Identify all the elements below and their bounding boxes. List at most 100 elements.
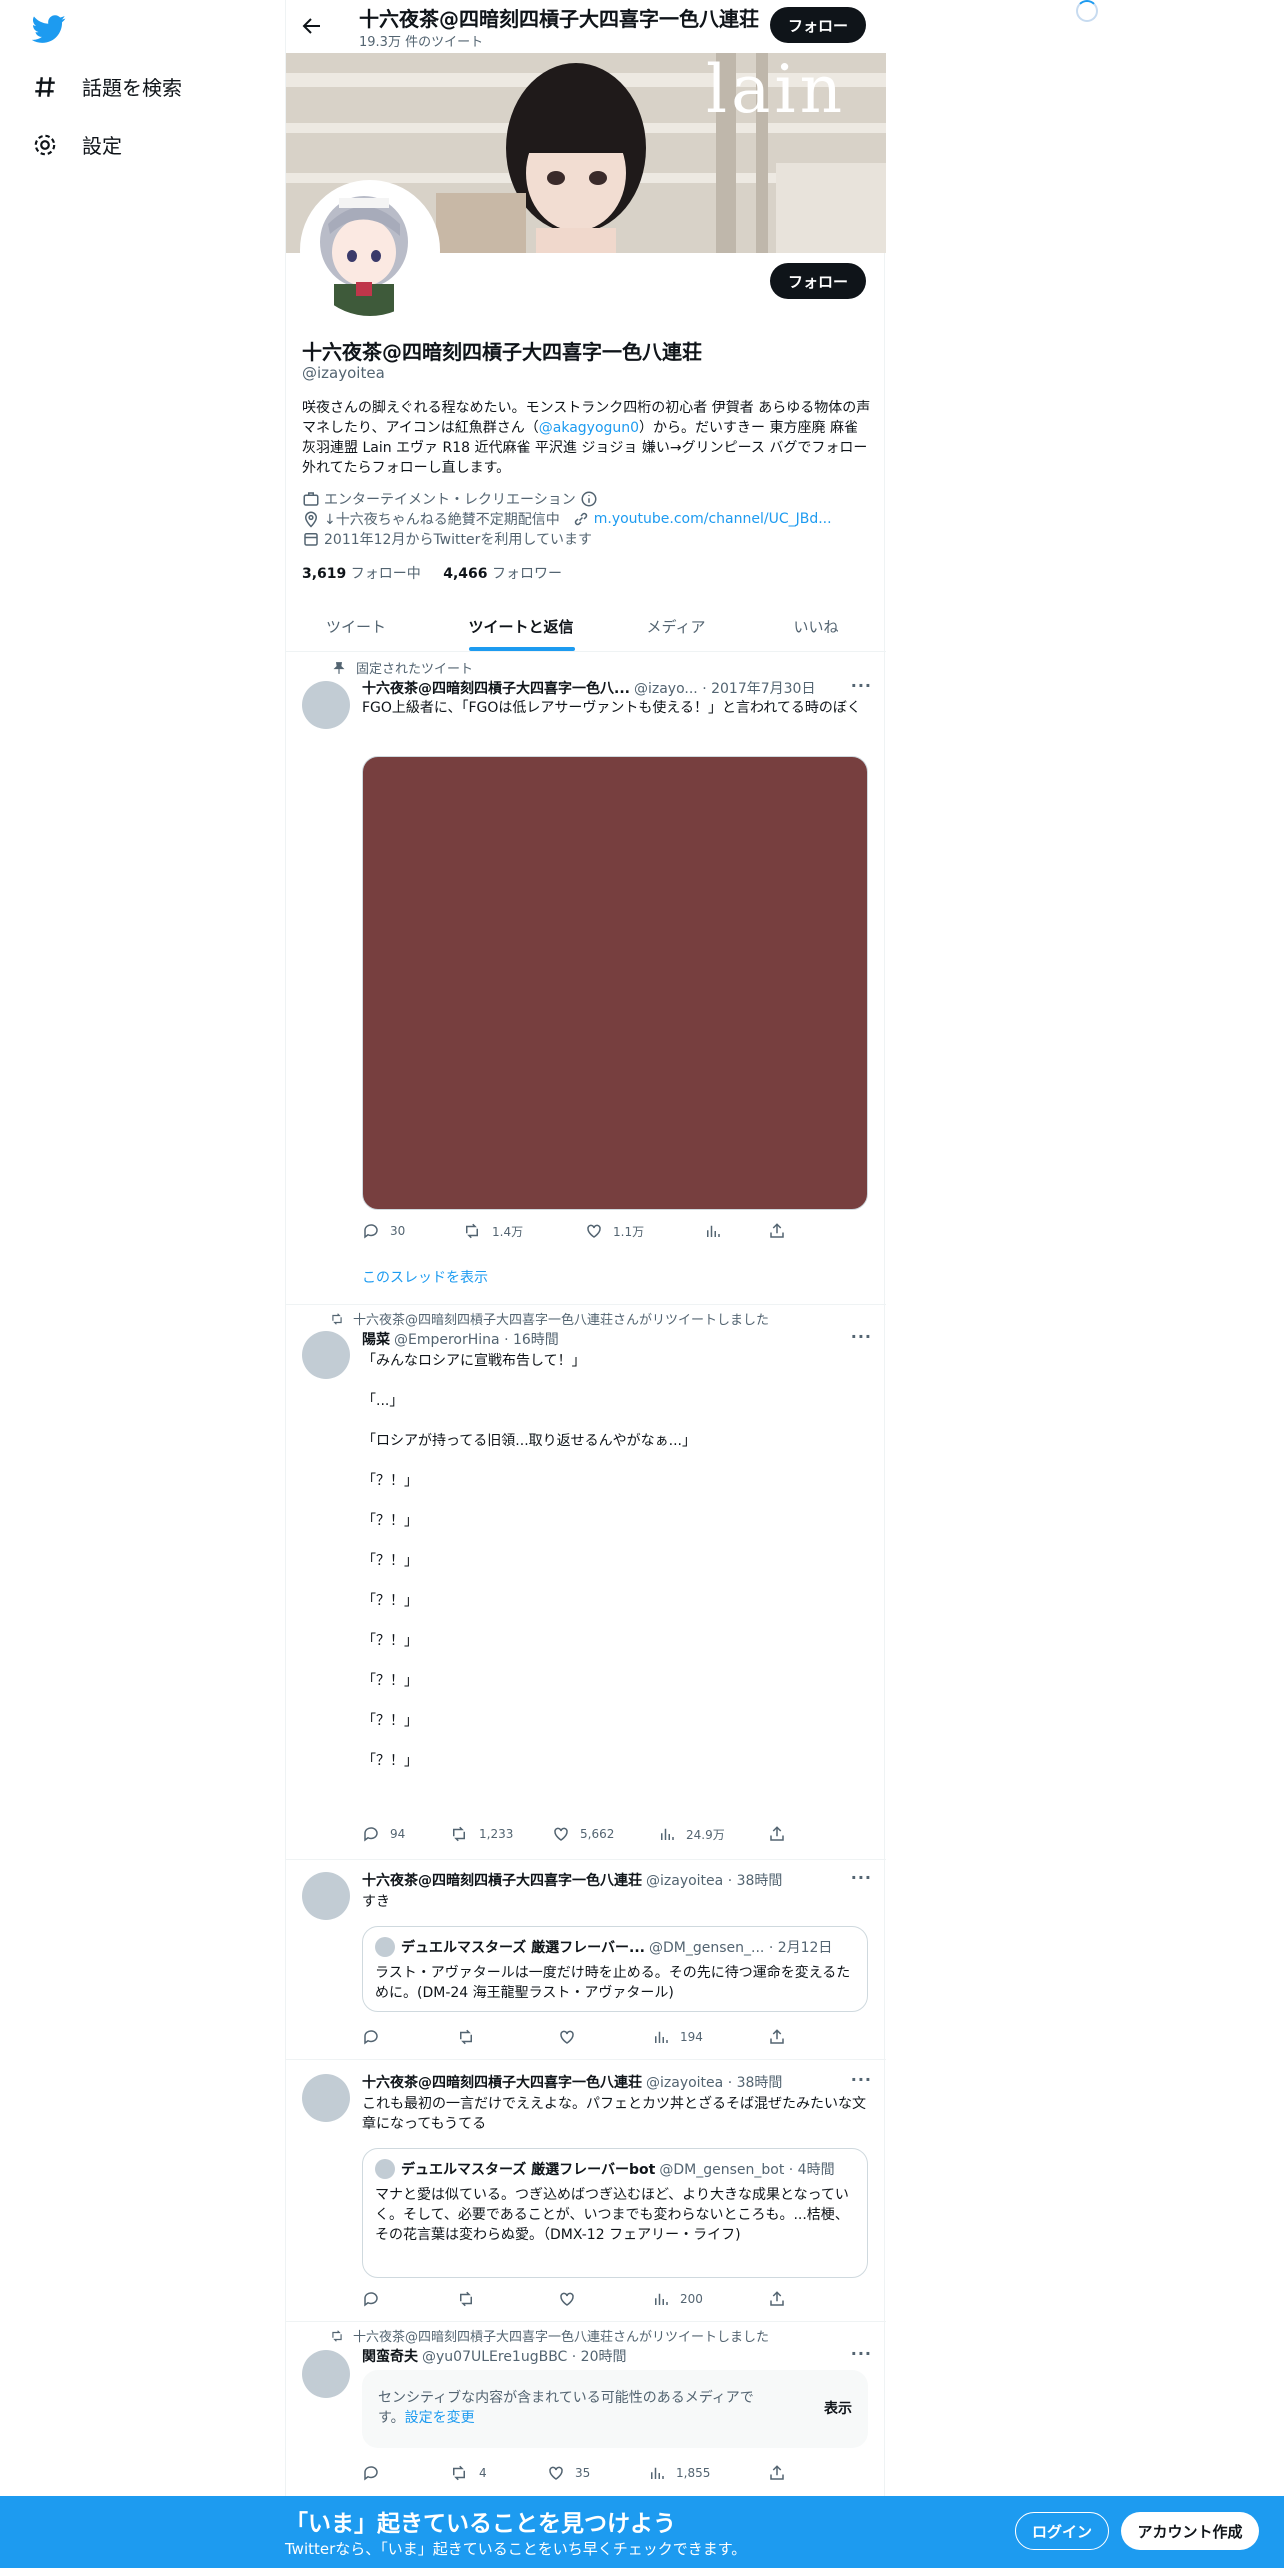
share-icon xyxy=(770,2291,784,2306)
profile-joined: 2011年12月からTwitterを利用しています xyxy=(302,529,592,549)
following-link[interactable]: 3,619 フォロー中 xyxy=(302,566,421,582)
info-icon[interactable] xyxy=(580,490,598,508)
like-button[interactable]: 5,662 xyxy=(552,1825,614,1843)
tweet-retweet-sensitive[interactable]: 十六夜茶@四暗刻四槓子大四喜字一色八連荘さんがリツイートしました 関蛮奇夫 @yu… xyxy=(286,2322,886,2496)
retweet-button[interactable]: 1.4万 xyxy=(462,1222,523,1240)
retweet-count: 1,233 xyxy=(479,1827,514,1841)
views-button[interactable]: 200 xyxy=(652,2290,703,2308)
reply-button[interactable] xyxy=(362,2290,390,2308)
like-button[interactable]: 35 xyxy=(547,2464,590,2482)
tweet-quote-1[interactable]: 十六夜茶@四暗刻四槓子大四喜字一色八連荘 @izayoitea · 38時間 ··… xyxy=(286,1860,886,2060)
avatar[interactable] xyxy=(302,2074,350,2122)
views-button[interactable]: 24.9万 xyxy=(658,1825,725,1843)
retweet-icon xyxy=(460,2029,472,2045)
profile-follow-button[interactable]: フォロー xyxy=(770,263,866,299)
share-button[interactable] xyxy=(768,1222,796,1240)
more-options-icon[interactable]: ··· xyxy=(851,1327,872,1346)
change-settings-link[interactable]: 設定を変更 xyxy=(405,2410,475,2426)
show-thread-link[interactable]: このスレッドを表示 xyxy=(362,1267,488,1287)
tweet-meta: @yu07ULEre1ugBBC · 20時間 xyxy=(422,2349,627,2365)
quoted-avatar xyxy=(375,1937,395,1957)
share-button[interactable] xyxy=(768,2290,796,2308)
tweet-author-name[interactable]: 陽菜 xyxy=(362,1329,390,1349)
profile-category: エンターテイメント・レクリエーション xyxy=(302,489,602,509)
retweet-label: 十六夜茶@四暗刻四槓子大四喜字一色八連荘さんがリツイートしました xyxy=(327,1309,769,1328)
signup-banner-subtitle: Twitterなら、「いま」起きていることをいち早くチェックできます。 xyxy=(285,2540,747,2558)
retweet-button[interactable]: 4 xyxy=(449,2464,487,2482)
tweet-pinned[interactable]: 固定されたツイート 十六夜茶@四暗刻四槓子大四喜字一色八... @izayo...… xyxy=(286,653,886,1305)
sensitive-media-warning: センシティブな内容が含まれている可能性のあるメディアです。設定を変更 表示 xyxy=(362,2370,868,2448)
profile-url-link[interactable]: m.youtube.com/channel/UC_JBd... xyxy=(594,511,832,527)
tab-tweets[interactable]: ツイート xyxy=(286,600,426,652)
tweet-text: すき xyxy=(362,1894,390,1910)
tweet-actions: 30 1.4万 1.1万 xyxy=(362,1222,802,1242)
signup-button[interactable]: アカウント作成 xyxy=(1121,2512,1259,2550)
avatar[interactable] xyxy=(302,681,350,729)
loading-spinner-icon xyxy=(1076,0,1098,22)
like-button[interactable] xyxy=(558,2290,586,2308)
more-options-icon[interactable]: ··· xyxy=(851,2070,872,2089)
tweet-text: 「みんなロシアに宣戦布告して！」 「...」 「ロシアが持ってる旧領...取り返… xyxy=(362,1353,696,1769)
heart-icon xyxy=(587,1224,601,1238)
tweet-author-name[interactable]: 十六夜茶@四暗刻四槓子大四喜字一色八... xyxy=(362,678,630,698)
nav-settings-label: 設定 xyxy=(82,134,122,158)
hashtag-icon xyxy=(35,76,55,97)
view-count: 24.9万 xyxy=(686,1827,725,1842)
tweet-media-image[interactable] xyxy=(362,756,868,1210)
view-count: 194 xyxy=(680,2030,703,2044)
followers-link[interactable]: 4,466 フォロワー xyxy=(443,566,562,582)
show-media-button[interactable]: 表示 xyxy=(824,2398,852,2418)
tweet-quote-2[interactable]: 十六夜茶@四暗刻四槓子大四喜字一色八連荘 @izayoitea · 38時間 ··… xyxy=(286,2060,886,2322)
reply-button[interactable]: 30 xyxy=(362,1222,405,1240)
tweet-header: 関蛮奇夫 @yu07ULEre1ugBBC · 20時間 xyxy=(362,2346,627,2366)
reply-button[interactable] xyxy=(362,2464,390,2482)
tweet-author-name[interactable]: 十六夜茶@四暗刻四槓子大四喜字一色八連荘 xyxy=(362,1870,642,1890)
avatar[interactable] xyxy=(302,2350,350,2398)
share-button[interactable] xyxy=(768,1825,796,1843)
tweet-author-name[interactable]: 十六夜茶@四暗刻四槓子大四喜字一色八連荘 xyxy=(362,2072,642,2092)
more-options-icon[interactable]: ··· xyxy=(851,676,872,695)
back-arrow-icon[interactable] xyxy=(300,14,324,38)
like-button[interactable] xyxy=(558,2028,586,2046)
tab-likes[interactable]: いいね xyxy=(746,600,886,652)
more-options-icon[interactable]: ··· xyxy=(851,2344,872,2363)
tab-media[interactable]: メディア xyxy=(606,600,746,652)
share-button[interactable] xyxy=(768,2028,796,2046)
login-button[interactable]: ログイン xyxy=(1015,2512,1109,2550)
header-follow-button[interactable]: フォロー xyxy=(770,7,866,43)
like-button[interactable]: 1.1万 xyxy=(585,1222,644,1240)
signup-banner: 「いま」起きていることを見つけよう Twitterなら、「いま」起きていることを… xyxy=(0,2496,1284,2568)
reply-button[interactable] xyxy=(362,2028,390,2046)
views-button[interactable]: 194 xyxy=(652,2028,703,2046)
twitter-logo-icon[interactable] xyxy=(32,12,66,46)
bio-mention-link[interactable]: @akagyogun0 xyxy=(539,420,639,436)
reply-button[interactable]: 94 xyxy=(362,1825,405,1843)
retweet-label: 十六夜茶@四暗刻四槓子大四喜字一色八連荘さんがリツイートしました xyxy=(327,2326,769,2345)
quoted-tweet[interactable]: デュエルマスターズ 厳選フレーバーbot @DM_gensen_bot · 4時間… xyxy=(362,2148,868,2278)
more-options-icon[interactable]: ··· xyxy=(851,1868,872,1887)
profile-avatar[interactable] xyxy=(300,180,440,320)
share-button[interactable] xyxy=(768,2464,796,2482)
bar-chart-icon xyxy=(651,2467,664,2479)
retweet-button[interactable]: 1,233 xyxy=(449,1825,513,1843)
nav-explore[interactable]: 話題を検索 xyxy=(32,72,182,101)
retweet-button[interactable] xyxy=(456,2290,486,2308)
pinned-label: 固定されたツイート xyxy=(327,658,473,677)
quoted-tweet[interactable]: デュエルマスターズ 厳選フレーバー... @DM_gensen_... · 2月1… xyxy=(362,1926,868,2012)
retweet-button[interactable] xyxy=(456,2028,486,2046)
avatar[interactable] xyxy=(302,1872,350,1920)
views-button[interactable] xyxy=(704,1222,732,1240)
tab-tweets-and-replies[interactable]: ツイートと返信 xyxy=(446,600,596,652)
heart-icon xyxy=(549,2466,563,2480)
avatar[interactable] xyxy=(302,1331,350,1379)
retweet-count: 1.4万 xyxy=(492,1224,524,1239)
tweet-author-name[interactable]: 関蛮奇夫 xyxy=(362,2346,418,2366)
tweet-text: FGO上級者に、「FGOは低レアサーヴァントも使える！」と言われてる時のぼく xyxy=(362,700,861,716)
profile-location-url: ↓十六夜ちゃんねる絶賛不定期配信中 m.youtube.com/channel/… xyxy=(302,509,832,529)
share-icon xyxy=(770,2465,784,2480)
retweet-icon xyxy=(460,2291,472,2307)
nav-settings[interactable]: 設定 xyxy=(32,130,122,159)
tweet-retweet-hina[interactable]: 十六夜茶@四暗刻四槓子大四喜字一色八連荘さんがリツイートしました 陽菜 @Empe… xyxy=(286,1305,886,1860)
views-button[interactable]: 1,855 xyxy=(648,2464,710,2482)
quoted-meta: @DM_gensen_bot · 4時間 xyxy=(659,2162,835,2178)
